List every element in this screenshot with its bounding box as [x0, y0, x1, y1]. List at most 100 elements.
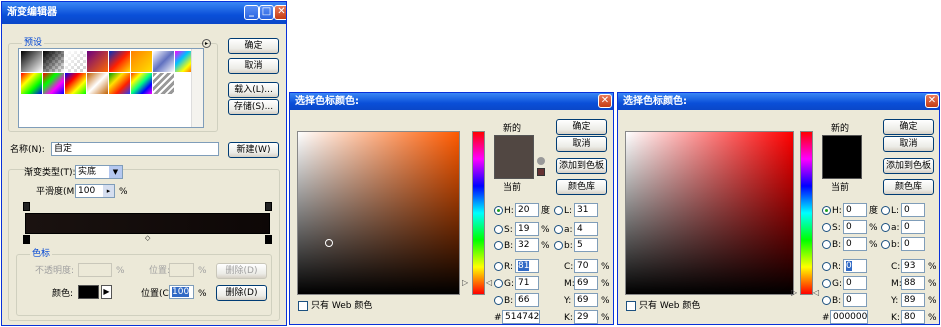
hue-slider-arrow-left[interactable]: ▷	[462, 279, 468, 287]
a-input[interactable]: 0	[901, 220, 925, 234]
s-input[interactable]: 0	[843, 220, 867, 234]
ok-button[interactable]: 确定	[556, 119, 607, 135]
minimize-icon[interactable]: _	[244, 5, 259, 20]
y-input[interactable]: 69	[574, 293, 598, 307]
y-input[interactable]: 89	[901, 293, 925, 307]
preset-swatch[interactable]	[21, 51, 42, 72]
preset-swatch[interactable]	[131, 73, 152, 94]
maximize-icon[interactable]: □	[259, 5, 274, 20]
warning-icon[interactable]	[537, 157, 545, 165]
current-color-swatch[interactable]	[822, 157, 862, 179]
color-swatch[interactable]	[78, 285, 99, 299]
g-radio[interactable]	[822, 279, 831, 288]
preset-swatch[interactable]	[65, 73, 86, 94]
m-input[interactable]: 88	[901, 276, 925, 290]
chevron-down-icon[interactable]: ▼	[109, 166, 122, 178]
cancel-button[interactable]: 取消	[883, 136, 934, 152]
lab-b-input[interactable]: 0	[901, 237, 925, 251]
a-radio[interactable]	[881, 223, 890, 232]
preset-swatch[interactable]	[87, 51, 108, 72]
s-radio[interactable]	[822, 223, 831, 232]
chevron-right-icon[interactable]: ▸	[103, 185, 114, 197]
hue-slider-arrow-right[interactable]: ◁	[813, 289, 819, 297]
color-position-input[interactable]: 100	[169, 285, 194, 299]
color-libraries-button[interactable]: 颜色库	[883, 179, 934, 195]
current-color-swatch[interactable]	[494, 157, 534, 179]
s-input[interactable]: 19	[515, 222, 539, 236]
preset-swatch[interactable]	[153, 51, 174, 72]
midpoint-marker[interactable]: ◇	[145, 234, 150, 242]
c-input[interactable]: 93	[901, 259, 925, 273]
m-input[interactable]: 69	[574, 276, 598, 290]
preset-swatch[interactable]	[109, 51, 130, 72]
preset-swatch[interactable]	[43, 73, 64, 94]
delete-button-color[interactable]: 删除(D)	[216, 285, 267, 301]
load-button[interactable]: 载入(L)...	[228, 82, 279, 98]
r-input[interactable]: 81	[515, 259, 539, 273]
preset-swatch[interactable]	[21, 73, 42, 94]
close-icon[interactable]: ✕	[925, 94, 939, 108]
l-radio[interactable]	[554, 206, 563, 215]
smooth-input[interactable]: 100 ▸	[75, 184, 115, 198]
rgb-b-radio[interactable]	[822, 296, 831, 305]
h-input[interactable]: 0	[843, 203, 867, 217]
gradient-bar[interactable]	[25, 213, 270, 234]
a-radio[interactable]	[554, 225, 563, 234]
preset-swatch[interactable]	[153, 73, 174, 94]
color-field[interactable]	[625, 131, 794, 295]
preset-swatch[interactable]	[87, 73, 108, 94]
a-input[interactable]: 4	[574, 222, 598, 236]
preset-swatch[interactable]	[109, 73, 130, 94]
g-radio[interactable]	[494, 279, 503, 288]
r-radio[interactable]	[494, 262, 503, 271]
save-button[interactable]: 存储(S)...	[228, 99, 279, 115]
name-input[interactable]: 自定	[51, 142, 219, 156]
color-libraries-button[interactable]: 颜色库	[556, 179, 607, 195]
add-to-swatches-button[interactable]: 添加到色板	[556, 158, 607, 174]
web-only-checkbox[interactable]	[298, 301, 308, 311]
lab-b-radio[interactable]	[554, 241, 563, 250]
h-input[interactable]: 20	[515, 203, 539, 217]
h-radio[interactable]	[494, 206, 503, 215]
new-button[interactable]: 新建(W)	[228, 142, 279, 158]
hex-input[interactable]: 000000	[830, 310, 868, 324]
rgb-b-input[interactable]: 0	[843, 293, 867, 307]
close-icon[interactable]: ✕	[274, 5, 286, 20]
b-input[interactable]: 32	[515, 238, 539, 252]
preset-swatch[interactable]	[43, 51, 64, 72]
hue-slider-arrow-right[interactable]: ◁	[486, 279, 492, 287]
k-input[interactable]: 29	[574, 310, 598, 324]
g-input[interactable]: 71	[515, 276, 539, 290]
b-input[interactable]: 0	[843, 237, 867, 251]
web-safe-swatch[interactable]	[537, 168, 545, 176]
cancel-button[interactable]: 取消	[228, 58, 279, 74]
rgb-b-radio[interactable]	[494, 296, 503, 305]
hex-input[interactable]: 514742	[502, 310, 540, 324]
scrollbar[interactable]	[191, 49, 203, 127]
ok-button[interactable]: 确定	[228, 38, 279, 54]
h-radio[interactable]	[822, 206, 831, 215]
cancel-button[interactable]: 取消	[556, 136, 607, 152]
ok-button[interactable]: 确定	[883, 119, 934, 135]
close-icon[interactable]: ✕	[598, 94, 612, 108]
g-input[interactable]: 0	[843, 276, 867, 290]
preset-swatch[interactable]	[131, 51, 152, 72]
s-radio[interactable]	[494, 225, 503, 234]
r-input[interactable]: 0	[843, 259, 867, 273]
l-input[interactable]: 31	[574, 203, 598, 217]
lab-b-input[interactable]: 5	[574, 238, 598, 252]
l-radio[interactable]	[881, 206, 890, 215]
c-input[interactable]: 70	[574, 259, 598, 273]
rgb-b-input[interactable]: 66	[515, 293, 539, 307]
preset-swatch[interactable]	[65, 51, 86, 72]
web-only-checkbox[interactable]	[626, 301, 636, 311]
b-radio[interactable]	[494, 241, 503, 250]
l-input[interactable]: 0	[901, 203, 925, 217]
r-radio[interactable]	[822, 262, 831, 271]
color-field[interactable]	[297, 131, 460, 295]
menu-arrow-icon[interactable]: ▸	[202, 39, 211, 48]
color-stop-right[interactable]	[265, 235, 272, 244]
color-stop-left[interactable]	[23, 235, 30, 244]
hue-slider-arrow-left[interactable]: ▷	[791, 289, 797, 297]
opacity-stop-right[interactable]	[265, 202, 272, 211]
